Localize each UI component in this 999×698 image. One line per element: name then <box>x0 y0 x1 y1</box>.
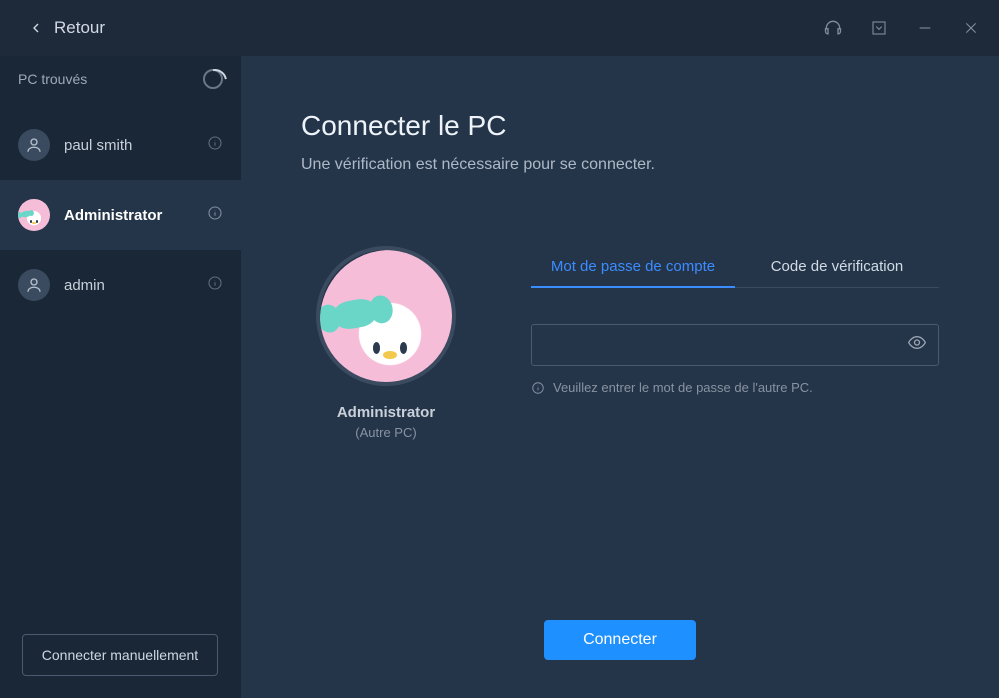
info-icon[interactable] <box>207 275 223 296</box>
avatar <box>316 246 456 386</box>
user-icon <box>18 129 50 161</box>
arrow-left-icon <box>28 20 44 36</box>
avatar-melody-icon <box>320 250 456 386</box>
back-label: Retour <box>54 18 105 38</box>
refresh-icon[interactable] <box>203 69 223 89</box>
pc-item-paul-smith[interactable]: paul smith <box>0 110 241 180</box>
dropdown-icon[interactable] <box>869 18 889 38</box>
minimize-button[interactable] <box>915 18 935 38</box>
pc-item-admin[interactable]: admin <box>0 250 241 320</box>
tab-password[interactable]: Mot de passe de compte <box>531 246 735 287</box>
user-sub: (Autre PC) <box>355 425 416 440</box>
avatar-melody-icon <box>18 199 50 231</box>
manual-connect-button[interactable]: Connecter manuellement <box>22 634 218 676</box>
titlebar: Retour <box>0 0 999 56</box>
selected-user: Administrator (Autre PC) <box>301 246 471 440</box>
page-title: Connecter le PC <box>301 110 939 142</box>
sidebar-header: PC trouvés <box>0 56 241 102</box>
main-panel: Connecter le PC Une vérification est néc… <box>241 56 999 698</box>
info-icon[interactable] <box>207 135 223 156</box>
auth-panel: Mot de passe de compte Code de vérificat… <box>531 246 939 395</box>
pc-name: Administrator <box>64 207 162 224</box>
user-icon <box>18 269 50 301</box>
info-icon <box>531 381 545 395</box>
connect-button[interactable]: Connecter <box>544 620 696 660</box>
sidebar-title: PC trouvés <box>18 71 87 87</box>
page-subtitle: Une vérification est nécessaire pour se … <box>301 156 939 174</box>
window-controls <box>823 18 981 38</box>
pc-list: paul smith Administrator <box>0 110 241 320</box>
auth-tabs: Mot de passe de compte Code de vérificat… <box>531 246 939 288</box>
eye-icon[interactable] <box>907 333 927 358</box>
headset-icon[interactable] <box>823 18 843 38</box>
pc-item-administrator[interactable]: Administrator <box>0 180 241 250</box>
tab-verification-code[interactable]: Code de vérification <box>735 246 939 287</box>
password-input[interactable] <box>531 324 939 366</box>
pc-name: paul smith <box>64 137 132 154</box>
back-button[interactable]: Retour <box>28 18 105 38</box>
sidebar: PC trouvés paul smith Ad <box>0 56 241 698</box>
user-name: Administrator <box>337 404 435 421</box>
hint-text: Veuillez entrer le mot de passe de l'aut… <box>553 380 813 395</box>
close-button[interactable] <box>961 18 981 38</box>
info-icon[interactable] <box>207 205 223 226</box>
pc-name: admin <box>64 277 105 294</box>
password-hint: Veuillez entrer le mot de passe de l'aut… <box>531 380 939 395</box>
